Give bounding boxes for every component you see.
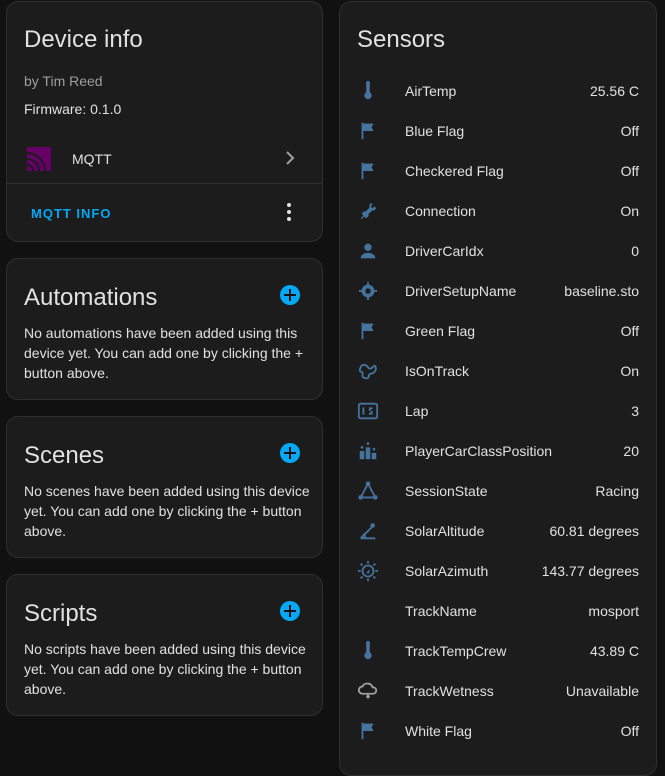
flag-icon <box>361 722 374 740</box>
sensor-list: AirTemp 25.56 C Blue Flag Off Checkered Flag… <box>340 71 656 751</box>
automations-description: No automations have been added using thi… <box>24 325 304 381</box>
sensor-value: 25.56 C <box>589 83 639 99</box>
sensor-name: AirTemp <box>405 83 457 99</box>
sensor-row[interactable]: Blue Flag Off <box>340 111 656 151</box>
sensor-value: Off <box>620 163 639 179</box>
sensor-value: 20 <box>623 443 639 459</box>
sensor-value: 43.89 C <box>589 643 639 659</box>
podium-icon <box>359 442 377 460</box>
scenes-card: Scenes No scenes have been added using t… <box>6 416 323 558</box>
add-script-button[interactable] <box>280 601 300 621</box>
sun-angle-icon <box>360 523 376 540</box>
sensor-row[interactable]: SolarAltitude 60.81 degrees <box>340 511 656 551</box>
thermometer-icon <box>364 80 372 100</box>
flag-icon <box>361 122 374 140</box>
device-info-card: Device info by Tim Reed Firmware: 0.1.0 … <box>6 1 323 242</box>
sensor-name: White Flag <box>405 723 472 739</box>
sensor-value: Off <box>620 123 639 139</box>
sensor-row[interactable]: Checkered Flag Off <box>340 151 656 191</box>
sensor-value: 143.77 degrees <box>541 563 639 579</box>
mqtt-label: MQTT <box>72 151 112 167</box>
counter-icon <box>357 402 379 420</box>
sensor-name: Connection <box>405 203 476 219</box>
sensor-row[interactable]: DriverCarIdx 0 <box>340 231 656 271</box>
graph-icon <box>358 481 378 500</box>
sensor-row[interactable]: TrackName mosport <box>340 591 656 631</box>
scenes-title: Scenes <box>24 442 105 469</box>
device-info-title: Device info <box>24 26 143 53</box>
automations-card: Automations No automations have been add… <box>6 258 323 400</box>
sensor-row[interactable]: AirTemp 25.56 C <box>340 71 656 111</box>
sensors-card: Sensors AirTemp 25.56 C Blue Flag Off Checke… <box>339 1 657 776</box>
sensor-name: Lap <box>405 403 429 419</box>
device-author: by Tim Reed <box>24 73 103 89</box>
sensor-name: SolarAzimuth <box>405 563 489 579</box>
sensor-row[interactable]: PlayerCarClassPosition 20 <box>340 431 656 471</box>
sensor-name: TrackTempCrew <box>405 643 507 659</box>
sensor-row[interactable]: SolarAzimuth 143.77 degrees <box>340 551 656 591</box>
sensor-name: TrackName <box>405 603 477 619</box>
device-firmware: Firmware: 0.1.0 <box>24 101 122 117</box>
mqtt-logo-icon <box>27 147 51 171</box>
chevron-right-icon <box>286 151 295 165</box>
more-options-icon[interactable] <box>286 203 292 221</box>
sensor-value: On <box>620 363 639 379</box>
sensor-value: Off <box>620 323 639 339</box>
sensor-value: baseline.sto <box>564 283 639 299</box>
cloud-rain-icon <box>357 682 378 699</box>
sensor-name: IsOnTrack <box>405 363 470 379</box>
add-scene-button[interactable] <box>280 443 300 463</box>
sensor-value: 60.81 degrees <box>549 523 639 539</box>
sensor-name: Blue Flag <box>405 123 465 139</box>
scripts-description: No scripts have been added using this de… <box>24 641 306 697</box>
scenes-description: No scenes have been added using this dev… <box>24 483 310 539</box>
sensor-row[interactable]: TrackWetness Unavailable <box>340 671 656 711</box>
sensor-value: On <box>620 203 639 219</box>
automations-title: Automations <box>24 284 158 311</box>
track-icon <box>358 363 377 380</box>
flag-icon <box>361 162 374 180</box>
sensors-title: Sensors <box>357 26 446 53</box>
mqtt-integration-row[interactable]: MQTT <box>7 142 322 182</box>
scripts-title: Scripts <box>24 600 98 627</box>
sensor-value: mosport <box>588 603 639 619</box>
sensor-name: DriverCarIdx <box>405 243 484 259</box>
sensor-name: TrackWetness <box>405 683 494 699</box>
sensor-row[interactable]: SessionState Racing <box>340 471 656 511</box>
sensor-row[interactable]: Connection On <box>340 191 656 231</box>
person-icon <box>360 243 376 259</box>
sensor-row[interactable]: DriverSetupName baseline.sto <box>340 271 656 311</box>
sensor-row[interactable]: White Flag Off <box>340 711 656 751</box>
sensor-value: 0 <box>631 243 639 259</box>
sensor-name: PlayerCarClassPosition <box>405 443 553 459</box>
sensor-value: 3 <box>631 403 639 419</box>
sensor-name: Green Flag <box>405 323 476 339</box>
plug-icon <box>360 202 377 220</box>
gear-icon <box>358 281 378 301</box>
sensor-value: Racing <box>595 483 639 499</box>
thermometer-icon <box>364 640 372 660</box>
sensor-name: SessionState <box>405 483 488 499</box>
sensor-name: DriverSetupName <box>405 283 517 299</box>
flag-icon <box>361 322 374 340</box>
sensor-name: SolarAltitude <box>405 523 485 539</box>
divider <box>7 183 322 184</box>
sensor-row[interactable]: Lap 3 <box>340 391 656 431</box>
sensor-value: Unavailable <box>565 683 639 699</box>
add-automation-button[interactable] <box>280 285 300 305</box>
mqtt-info-button[interactable]: MQTT INFO <box>31 206 112 221</box>
sensor-row[interactable]: TrackTempCrew 43.89 C <box>340 631 656 671</box>
scripts-card: Scripts No scripts have been added using… <box>6 574 323 716</box>
sensor-row[interactable]: Green Flag Off <box>340 311 656 351</box>
sun-compass-icon <box>357 560 379 582</box>
sensor-row[interactable]: IsOnTrack On <box>340 351 656 391</box>
sensor-value: Off <box>620 723 639 739</box>
sensor-name: Checkered Flag <box>405 163 504 179</box>
